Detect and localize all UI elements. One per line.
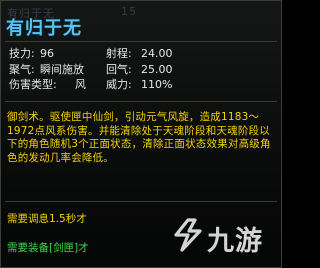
- stat-label-skill-points: 技力:: [9, 47, 35, 60]
- skill-title: 有归于无: [6, 18, 82, 39]
- skill-description: 御剑术。驱使匣中仙剑，引动元气风旋，造成1183～1972点风系伤害。并能清除处…: [7, 111, 271, 164]
- jiuyou-logo-icon: [174, 218, 202, 252]
- stat-value-power: 110%: [141, 78, 173, 91]
- ghost-header-level: 15: [121, 5, 137, 18]
- stat-value-qi-recovery: 25.00: [141, 62, 173, 76]
- divider-middle: [5, 101, 277, 102]
- skill-tooltip: 有归于无 15 有归于无 技力: 96 射程: 24.00 聚气: 瞬间施放 回…: [0, 0, 282, 268]
- divider-bottom: [5, 201, 277, 202]
- skill-stats: 技力: 96 射程: 24.00 聚气: 瞬间施放 回气: 25.00 伤害类型…: [9, 46, 275, 93]
- stat-label-range: 射程:: [106, 47, 132, 60]
- stat-row-cast: 聚气: 瞬间施放 回气: 25.00: [9, 62, 275, 78]
- stat-label-qi-recovery: 回气:: [106, 62, 132, 76]
- stat-label-cast: 聚气:: [9, 62, 35, 76]
- divider-top: [5, 41, 277, 42]
- stat-label-power: 威力:: [106, 78, 132, 91]
- watermark-text: 九游: [207, 226, 263, 257]
- stat-value-cast: 瞬间施放: [40, 62, 84, 76]
- stat-row-damage-type: 伤害类型: 风 威力: 110%: [9, 77, 275, 93]
- cooldown-text: 需要调息1.5秒才: [7, 213, 87, 225]
- stat-label-damage-type: 伤害类型:: [9, 78, 57, 91]
- stat-value-range: 24.00: [141, 47, 173, 60]
- equipment-requirement-text: 需要装备[剑匣]才: [7, 242, 89, 254]
- jiuyou-watermark: 九游: [171, 215, 275, 257]
- stat-value-damage-type: 风: [75, 78, 86, 91]
- stat-value-skill-points: 96: [40, 47, 54, 60]
- stat-row-skill-points: 技力: 96 射程: 24.00: [9, 46, 275, 62]
